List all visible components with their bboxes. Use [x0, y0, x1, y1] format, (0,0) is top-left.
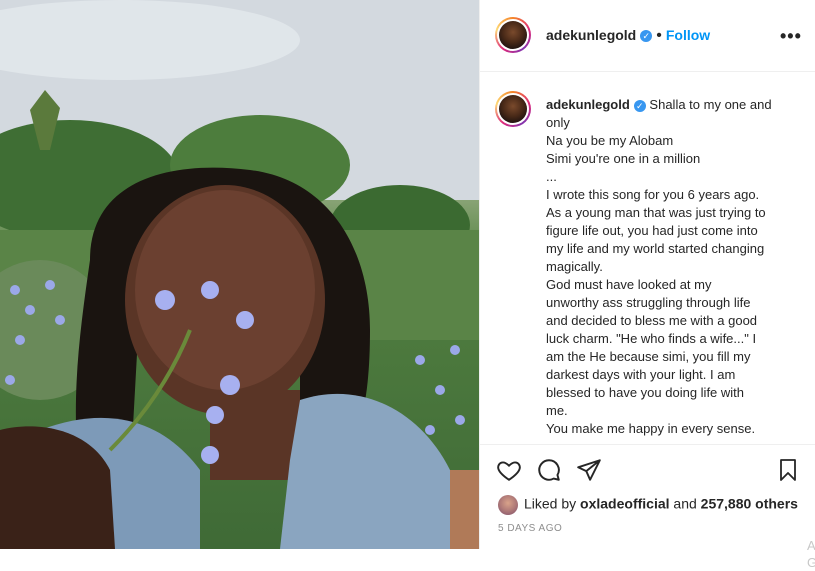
caption-line: am the He because simi, you fill my — [546, 349, 751, 364]
caption-avatar[interactable] — [495, 91, 531, 127]
caption-line: As a young man that was just trying to — [546, 205, 766, 220]
liker-username[interactable]: oxladeofficial — [580, 496, 669, 512]
post-caption: adekunlegold ✓ Shalla to my one and only … — [546, 96, 796, 438]
caption-line: darkest days with your light. I am — [546, 367, 736, 382]
caption-line: God must have looked at my — [546, 277, 712, 292]
post-header: adekunlegold ✓ • Follow ••• — [480, 0, 815, 72]
caption-line: You make me happy in every sense. — [546, 421, 756, 436]
avatar-image — [499, 21, 527, 49]
caption-line: figure life out, you had just come into — [546, 223, 758, 238]
caption-line: magically. — [546, 259, 603, 274]
caption-username[interactable]: adekunlegold — [546, 97, 630, 112]
caption-line: I wrote this song for you 6 years ago. — [546, 187, 760, 202]
photo-illustration — [0, 0, 479, 549]
likes-count-link[interactable]: 257,880 others — [701, 496, 798, 512]
author-avatar[interactable] — [495, 17, 531, 53]
watermark-text: A Go — [807, 538, 815, 570]
post-actions: Liked by oxladeofficial and 257,880 othe… — [480, 444, 815, 570]
caption-line: adekunlegold ✓ Shalla to my one and — [546, 97, 772, 112]
caption-line: unworthy ass struggling through life — [546, 295, 751, 310]
likes-summary: Liked by oxladeofficial and 257,880 othe… — [498, 495, 798, 515]
caption-line: only — [546, 115, 570, 130]
avatar-image — [499, 95, 527, 123]
separator-dot: • — [656, 27, 662, 44]
follow-button[interactable]: Follow — [666, 27, 710, 43]
caption-line: luck charm. "He who finds a wife..." I — [546, 331, 757, 346]
author-username[interactable]: adekunlegold — [546, 27, 636, 43]
paper-plane-icon[interactable] — [576, 457, 602, 488]
verified-icon: ✓ — [640, 29, 653, 42]
caption-line: me. — [546, 403, 568, 418]
caption-line: ... — [546, 169, 557, 184]
caption-line: my life and my world started changing — [546, 241, 765, 256]
more-icon[interactable]: ••• — [780, 26, 802, 47]
caption-line: blessed to have you doing life with — [546, 385, 745, 400]
liker-avatar[interactable] — [498, 495, 518, 515]
post-timestamp[interactable]: 5 DAYS AGO — [498, 523, 562, 534]
caption-line: and decided to bless me with a good — [546, 313, 758, 328]
caption-line: Na you be my Alobam — [546, 133, 674, 148]
bookmark-icon[interactable] — [776, 457, 800, 488]
post-panel: adekunlegold ✓ • Follow ••• adekunlegold ✓ S… — [479, 0, 815, 570]
post-photo[interactable] — [0, 0, 479, 549]
caption-line: Simi you're one in a million — [546, 151, 701, 166]
heart-icon[interactable] — [496, 457, 522, 488]
verified-icon: ✓ — [633, 99, 646, 112]
comment-icon[interactable] — [536, 457, 562, 488]
